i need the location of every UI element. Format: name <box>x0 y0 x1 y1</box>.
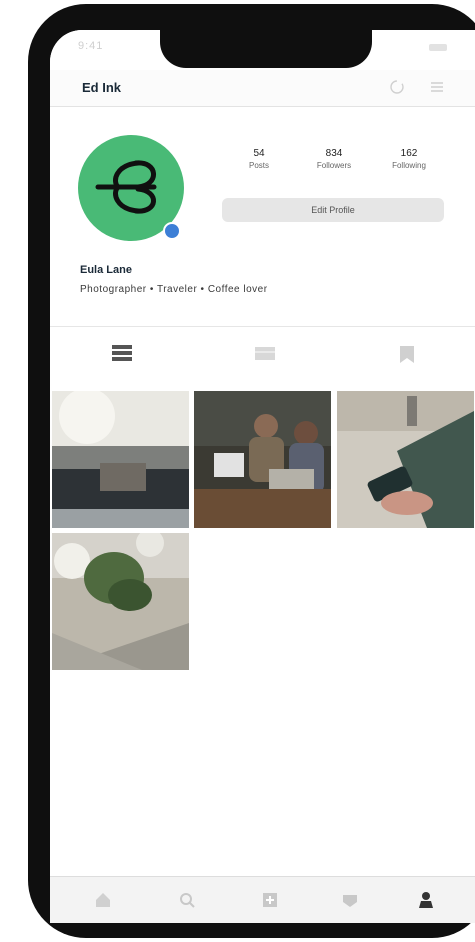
stat-followers[interactable]: 834 Followers <box>297 148 371 171</box>
stat-label: Following <box>392 161 426 170</box>
add-post-icon[interactable] <box>261 891 279 909</box>
nav-title: Ed Ink <box>82 80 122 95</box>
stat-count: 54 <box>253 148 265 159</box>
stat-count: 162 <box>400 148 418 159</box>
phone-notch <box>160 28 372 68</box>
stat-count: 834 <box>325 148 343 159</box>
profile-stats: 54 Posts 834 Followers 162 Following <box>222 148 446 184</box>
heart-icon[interactable] <box>341 891 359 909</box>
stat-label: Followers <box>316 161 352 170</box>
status-time: 9:41 <box>78 40 104 52</box>
stat-following[interactable]: 162 Following <box>372 148 446 171</box>
search-icon[interactable] <box>178 891 196 909</box>
profile-name: Eula Lane <box>80 264 132 276</box>
photo-plant-ledge[interactable] <box>52 533 189 670</box>
photo-car-dashboard[interactable] <box>52 391 189 528</box>
tagged-tab-icon[interactable] <box>396 343 418 365</box>
profile-divider <box>50 326 475 327</box>
profile-icon[interactable] <box>417 891 435 909</box>
home-icon[interactable] <box>94 891 112 909</box>
grid-tab-icon[interactable] <box>111 343 133 365</box>
photo-phone-hand[interactable] <box>337 391 474 528</box>
bottom-tab-bar <box>50 876 475 923</box>
profile-bio: Photographer • Traveler • Coffee lover <box>80 284 268 295</box>
battery-icon <box>429 44 447 51</box>
photo-people-laptops[interactable] <box>194 391 331 528</box>
top-nav-bar: Ed Ink <box>50 70 475 107</box>
menu-icon[interactable] <box>428 78 446 96</box>
history-icon[interactable] <box>388 78 406 96</box>
stat-label: Posts <box>248 161 269 170</box>
list-tab-icon[interactable] <box>254 343 276 365</box>
edit-profile-button[interactable]: Edit Profile <box>222 198 444 222</box>
stat-posts[interactable]: 54 Posts <box>222 148 296 171</box>
verified-badge-icon <box>163 222 181 240</box>
